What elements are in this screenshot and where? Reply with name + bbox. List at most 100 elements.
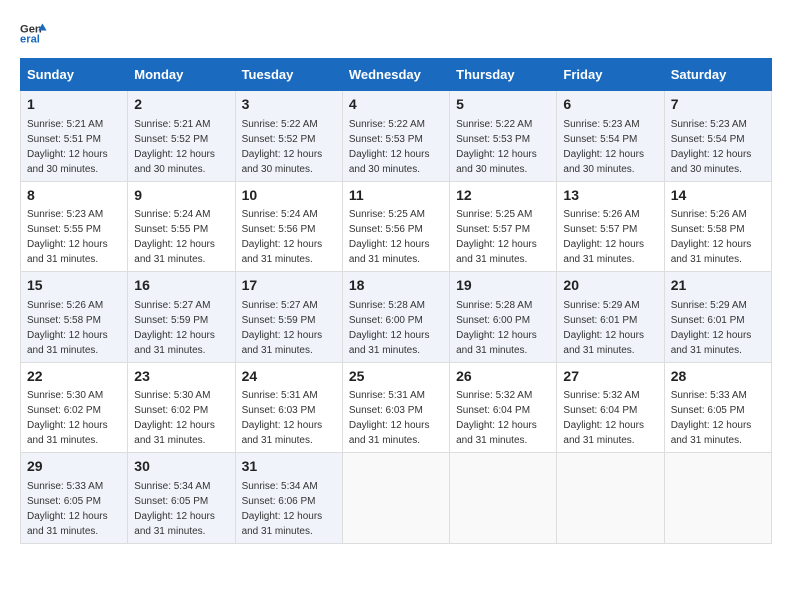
logo-icon: Gen eral [20,20,48,48]
calendar-cell: 26 Sunrise: 5:32 AMSunset: 6:04 PMDayligh… [450,362,557,453]
day-number: 31 [242,457,336,477]
calendar-cell: 4 Sunrise: 5:22 AMSunset: 5:53 PMDaylight… [342,91,449,182]
calendar-cell: 5 Sunrise: 5:22 AMSunset: 5:53 PMDaylight… [450,91,557,182]
day-number: 21 [671,276,765,296]
calendar-cell: 12Sunrise: 5:25 AMSunset: 5:57 PMDayligh… [450,181,557,272]
calendar-week-4: 22 Sunrise: 5:30 AMSunset: 6:02 PMDayligh… [21,362,772,453]
day-info: Sunrise: 5:28 AMSunset: 6:00 PMDaylight:… [456,300,537,356]
calendar-cell: 20 Sunrise: 5:29 AMSunset: 6:01 PMDayligh… [557,272,664,363]
day-number: 26 [456,367,550,387]
calendar-week-5: 29 Sunrise: 5:33 AMSunset: 6:05 PMDayligh… [21,453,772,544]
day-number: 25 [349,367,443,387]
calendar-cell: 27 Sunrise: 5:32 AMSunset: 6:04 PMDayligh… [557,362,664,453]
day-info: Sunrise: 5:27 AMSunset: 5:59 PMDaylight:… [134,300,215,356]
header-monday: Monday [128,59,235,91]
calendar-cell: 6Sunrise: 5:23 AMSunset: 5:54 PMDaylight… [557,91,664,182]
day-number: 4 [349,95,443,115]
calendar-cell [664,453,771,544]
calendar-cell: 29 Sunrise: 5:33 AMSunset: 6:05 PMDayligh… [21,453,128,544]
calendar-cell: 30 Sunrise: 5:34 AMSunset: 6:05 PMDayligh… [128,453,235,544]
calendar-cell: 24Sunrise: 5:31 AMSunset: 6:03 PMDayligh… [235,362,342,453]
calendar-cell: 22Sunrise: 5:30 AMSunset: 6:02 PMDayligh… [21,362,128,453]
calendar-cell [557,453,664,544]
day-info: Sunrise: 5:29 AMSunset: 6:01 PMDaylight:… [671,300,752,356]
day-info: Sunrise: 5:24 AMSunset: 5:56 PMDaylight:… [242,209,323,265]
day-number: 22 [27,367,121,387]
calendar-cell: 19Sunrise: 5:28 AMSunset: 6:00 PMDayligh… [450,272,557,363]
day-info: Sunrise: 5:26 AMSunset: 5:58 PMDaylight:… [27,300,108,356]
calendar-cell: 17 Sunrise: 5:27 AMSunset: 5:59 PMDayligh… [235,272,342,363]
calendar-cell [342,453,449,544]
day-number: 2 [134,95,228,115]
calendar-cell: 18 Sunrise: 5:28 AMSunset: 6:00 PMDayligh… [342,272,449,363]
page-header: Gen eral [20,20,772,48]
day-info: Sunrise: 5:24 AMSunset: 5:55 PMDaylight:… [134,209,215,265]
calendar-cell: 23Sunrise: 5:30 AMSunset: 6:02 PMDayligh… [128,362,235,453]
header-tuesday: Tuesday [235,59,342,91]
calendar-week-3: 15 Sunrise: 5:26 AMSunset: 5:58 PMDayligh… [21,272,772,363]
calendar-cell: 16 Sunrise: 5:27 AMSunset: 5:59 PMDayligh… [128,272,235,363]
logo: Gen eral [20,20,52,48]
day-number: 30 [134,457,228,477]
day-number: 15 [27,276,121,296]
day-info: Sunrise: 5:23 AMSunset: 5:55 PMDaylight:… [27,209,108,265]
day-info: Sunrise: 5:26 AMSunset: 5:58 PMDaylight:… [671,209,752,265]
day-info: Sunrise: 5:22 AMSunset: 5:52 PMDaylight:… [242,119,323,175]
day-info: Sunrise: 5:28 AMSunset: 6:00 PMDaylight:… [349,300,430,356]
day-number: 17 [242,276,336,296]
day-info: Sunrise: 5:29 AMSunset: 6:01 PMDaylight:… [563,300,644,356]
calendar-cell: 13 Sunrise: 5:26 AMSunset: 5:57 PMDayligh… [557,181,664,272]
header-friday: Friday [557,59,664,91]
day-number: 10 [242,186,336,206]
day-info: Sunrise: 5:22 AMSunset: 5:53 PMDaylight:… [349,119,430,175]
calendar-cell: 14 Sunrise: 5:26 AMSunset: 5:58 PMDayligh… [664,181,771,272]
calendar-header-row: SundayMondayTuesdayWednesdayThursdayFrid… [21,59,772,91]
day-number: 14 [671,186,765,206]
day-info: Sunrise: 5:32 AMSunset: 6:04 PMDaylight:… [456,390,537,446]
day-number: 16 [134,276,228,296]
day-info: Sunrise: 5:22 AMSunset: 5:53 PMDaylight:… [456,119,537,175]
day-info: Sunrise: 5:25 AMSunset: 5:57 PMDaylight:… [456,209,537,265]
header-wednesday: Wednesday [342,59,449,91]
day-info: Sunrise: 5:33 AMSunset: 6:05 PMDaylight:… [27,481,108,537]
header-saturday: Saturday [664,59,771,91]
day-number: 7 [671,95,765,115]
day-info: Sunrise: 5:26 AMSunset: 5:57 PMDaylight:… [563,209,644,265]
day-number: 9 [134,186,228,206]
day-number: 18 [349,276,443,296]
calendar-cell: 25 Sunrise: 5:31 AMSunset: 6:03 PMDayligh… [342,362,449,453]
day-number: 27 [563,367,657,387]
calendar-cell: 7Sunrise: 5:23 AMSunset: 5:54 PMDaylight… [664,91,771,182]
calendar-cell: 3 Sunrise: 5:22 AMSunset: 5:52 PMDaylight… [235,91,342,182]
day-number: 20 [563,276,657,296]
day-info: Sunrise: 5:32 AMSunset: 6:04 PMDaylight:… [563,390,644,446]
day-number: 3 [242,95,336,115]
day-number: 6 [563,95,657,115]
day-info: Sunrise: 5:33 AMSunset: 6:05 PMDaylight:… [671,390,752,446]
day-info: Sunrise: 5:34 AMSunset: 6:06 PMDaylight:… [242,481,323,537]
calendar-cell: 28 Sunrise: 5:33 AMSunset: 6:05 PMDayligh… [664,362,771,453]
calendar-cell: 10 Sunrise: 5:24 AMSunset: 5:56 PMDayligh… [235,181,342,272]
calendar-week-1: 1 Sunrise: 5:21 AMSunset: 5:51 PMDaylight… [21,91,772,182]
header-sunday: Sunday [21,59,128,91]
day-number: 24 [242,367,336,387]
calendar-cell: 2 Sunrise: 5:21 AMSunset: 5:52 PMDaylight… [128,91,235,182]
day-info: Sunrise: 5:27 AMSunset: 5:59 PMDaylight:… [242,300,323,356]
day-info: Sunrise: 5:21 AMSunset: 5:51 PMDaylight:… [27,119,108,175]
day-number: 29 [27,457,121,477]
day-info: Sunrise: 5:21 AMSunset: 5:52 PMDaylight:… [134,119,215,175]
calendar-cell [450,453,557,544]
calendar-week-2: 8 Sunrise: 5:23 AMSunset: 5:55 PMDaylight… [21,181,772,272]
day-info: Sunrise: 5:34 AMSunset: 6:05 PMDaylight:… [134,481,215,537]
day-info: Sunrise: 5:31 AMSunset: 6:03 PMDaylight:… [349,390,430,446]
day-number: 5 [456,95,550,115]
day-number: 28 [671,367,765,387]
day-number: 1 [27,95,121,115]
calendar-cell: 1 Sunrise: 5:21 AMSunset: 5:51 PMDaylight… [21,91,128,182]
day-number: 8 [27,186,121,206]
day-number: 13 [563,186,657,206]
day-info: Sunrise: 5:30 AMSunset: 6:02 PMDaylight:… [134,390,215,446]
day-number: 11 [349,186,443,206]
day-info: Sunrise: 5:25 AMSunset: 5:56 PMDaylight:… [349,209,430,265]
calendar-cell: 8 Sunrise: 5:23 AMSunset: 5:55 PMDaylight… [21,181,128,272]
